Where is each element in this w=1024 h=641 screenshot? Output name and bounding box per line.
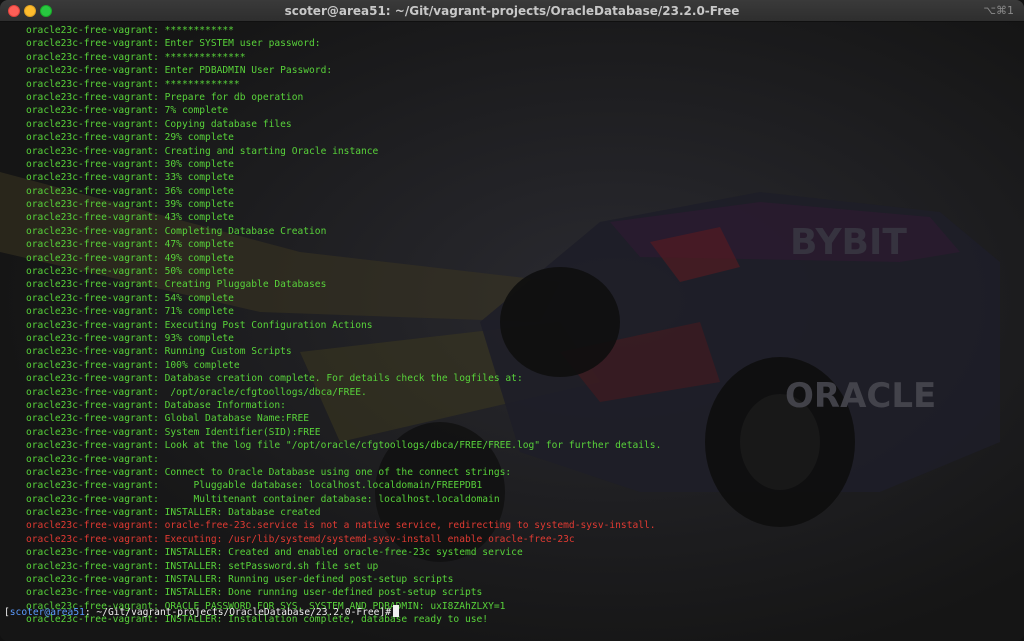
terminal-line: oracle23c-free-vagrant: 36% complete: [26, 185, 234, 197]
terminal-line: oracle23c-free-vagrant: Database creatio…: [26, 373, 523, 385]
terminal-line: oracle23c-free-vagrant: Global Database …: [26, 413, 310, 425]
terminal-line: oracle23c-free-vagrant: System Identifie…: [26, 426, 321, 438]
terminal-line: oracle23c-free-vagrant: 29% complete: [26, 132, 234, 144]
terminal-line: oracle23c-free-vagrant: INSTALLER: setPa…: [26, 560, 379, 572]
terminal-line: oracle23c-free-vagrant: Enter PDBADMIN U…: [26, 65, 333, 77]
terminal-line: oracle23c-free-vagrant: Completing Datab…: [26, 225, 327, 237]
terminal-line: oracle23c-free-vagrant: 47% complete: [26, 239, 234, 251]
terminal-line: oracle23c-free-vagrant: *************: [26, 78, 240, 90]
terminal-line: oracle23c-free-vagrant: Look at the log …: [26, 440, 662, 452]
terminal-line: oracle23c-free-vagrant: 93% complete: [26, 332, 234, 344]
terminal-line: oracle23c-free-vagrant: 39% complete: [26, 199, 234, 211]
terminal-line: oracle23c-free-vagrant: Enter SYSTEM use…: [26, 38, 321, 50]
prompt-user-host: scoter@area51: [9, 607, 85, 618]
terminal-line: oracle23c-free-vagrant: 30% complete: [26, 158, 234, 170]
terminal-line: oracle23c-free-vagrant: **************: [26, 51, 246, 63]
terminal-line: oracle23c-free-vagrant: /opt/oracle/cfgt…: [26, 386, 367, 398]
terminal-line: oracle23c-free-vagrant: 50% complete: [26, 266, 234, 278]
terminal-line: oracle23c-free-vagrant: Creating Pluggab…: [26, 279, 327, 291]
terminal-line: oracle23c-free-vagrant: Copying database…: [26, 118, 292, 130]
tab-shortcut-label: ⌥⌘1: [983, 4, 1014, 17]
terminal-line: oracle23c-free-vagrant: Prepare for db o…: [26, 91, 304, 103]
terminal-line: oracle23c-free-vagrant: INSTALLER: Runni…: [26, 574, 454, 586]
terminal-line: oracle23c-free-vagrant: 49% complete: [26, 252, 234, 264]
terminal-line: oracle23c-free-vagrant: 54% complete: [26, 292, 234, 304]
terminal-line: oracle23c-free-vagrant: Creating and sta…: [26, 145, 379, 157]
title-bar[interactable]: scoter@area51: ~/Git/vagrant-projects/Or…: [0, 0, 1024, 22]
terminal-line: oracle23c-free-vagrant: 100% complete: [26, 359, 240, 371]
window-title: scoter@area51: ~/Git/vagrant-projects/Or…: [284, 4, 740, 18]
terminal-line: oracle23c-free-vagrant: Executing Post C…: [26, 319, 373, 331]
terminal-line: oracle23c-free-vagrant: Connect to Oracl…: [26, 466, 512, 478]
terminal-line: oracle23c-free-vagrant: INSTALLER: Creat…: [26, 547, 523, 559]
terminal-line: oracle23c-free-vagrant: Multitenant cont…: [26, 493, 500, 505]
terminal-line: oracle23c-free-vagrant: INSTALLER: Done …: [26, 587, 483, 599]
terminal-line: oracle23c-free-vagrant: Running Custom S…: [26, 346, 292, 358]
terminal-line: oracle23c-free-vagrant: 33% complete: [26, 172, 234, 184]
text-cursor: [393, 605, 399, 617]
terminal-line: oracle23c-free-vagrant: Database Informa…: [26, 399, 286, 411]
terminal-line: oracle23c-free-vagrant: 71% complete: [26, 306, 234, 318]
terminal-line: oracle23c-free-vagrant: Pluggable databa…: [26, 480, 483, 492]
terminal-line: oracle23c-free-vagrant: ************: [26, 25, 234, 36]
terminal-output[interactable]: oracle23c-free-vagrant: ************ orac…: [0, 22, 1024, 641]
terminal-line: oracle23c-free-vagrant: 7% complete: [26, 105, 229, 117]
terminal-window: scoter@area51: ~/Git/vagrant-projects/Or…: [0, 0, 1024, 641]
prompt-path: : ~/Git/vagrant-projects/OracleDatabase/…: [84, 607, 391, 618]
terminal-line: oracle23c-free-vagrant: INSTALLER: Datab…: [26, 507, 321, 519]
terminal-line: oracle23c-free-vagrant: 43% complete: [26, 212, 234, 224]
terminal-error-line: oracle23c-free-vagrant: oracle-free-23c.…: [26, 520, 656, 532]
terminal-error-line: oracle23c-free-vagrant: Executing: /usr/…: [26, 533, 575, 545]
terminal-line: oracle23c-free-vagrant:: [26, 453, 159, 465]
shell-prompt[interactable]: [scoter@area51: ~/Git/vagrant-projects/O…: [4, 605, 399, 619]
